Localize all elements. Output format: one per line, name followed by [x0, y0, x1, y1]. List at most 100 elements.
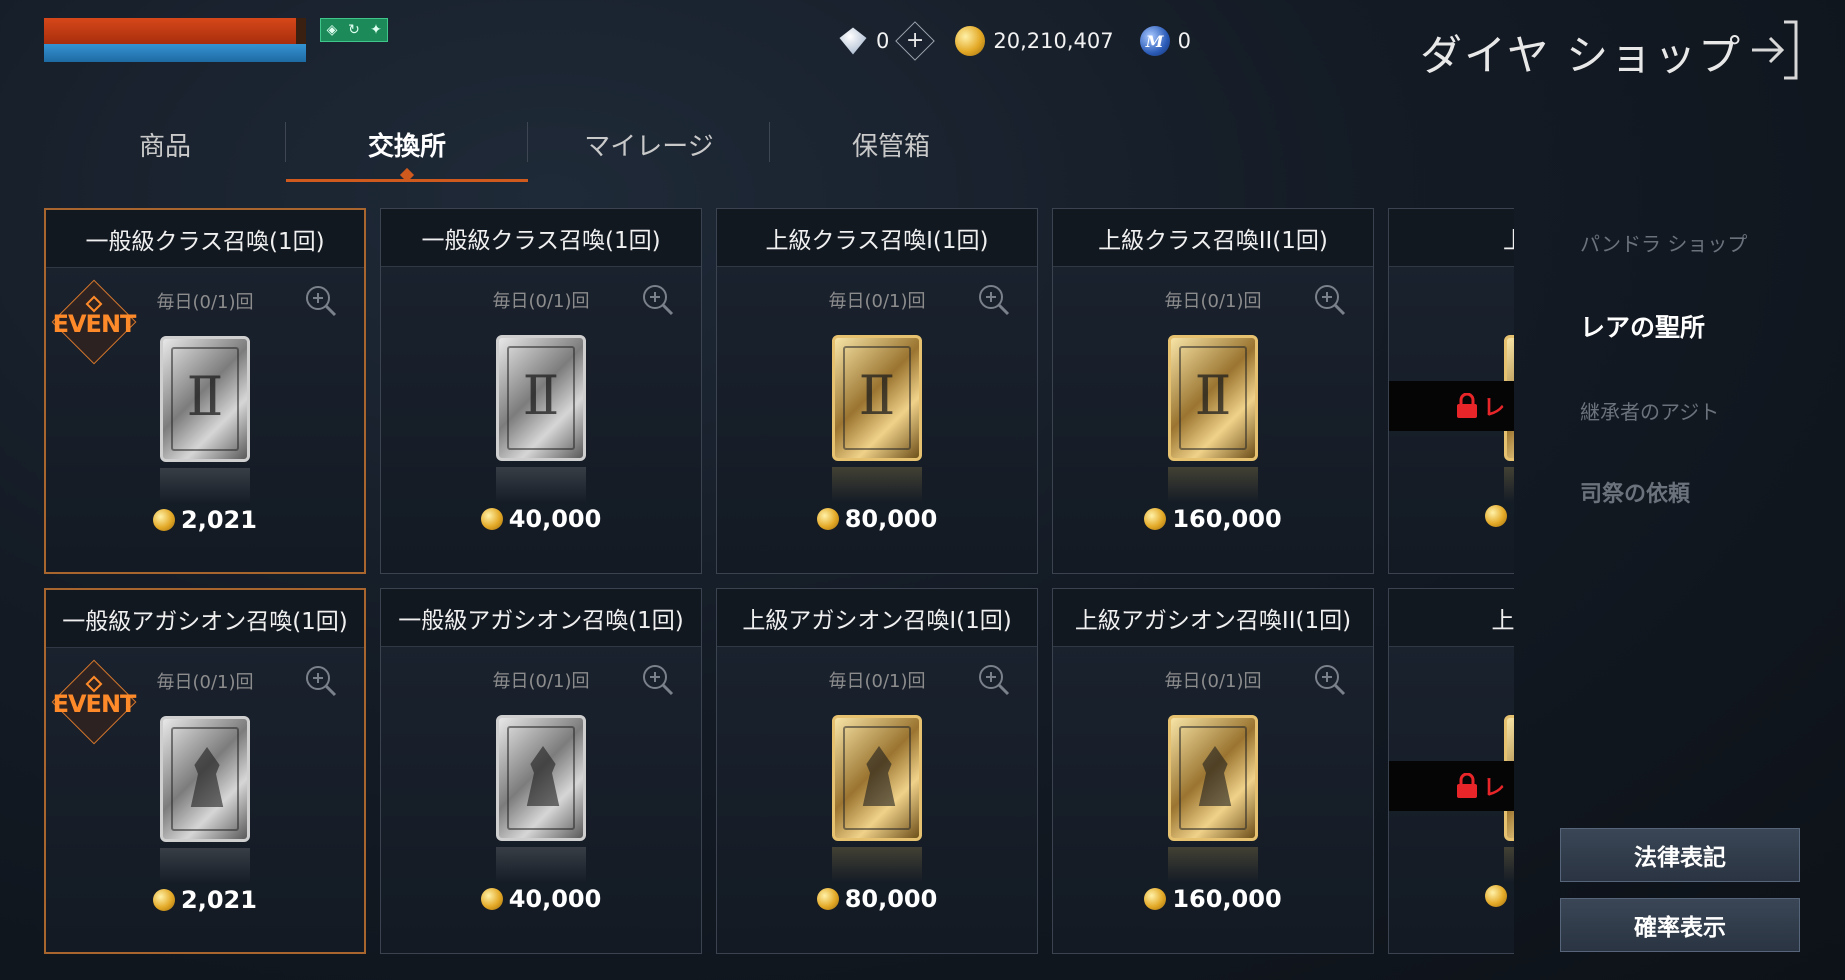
gold-coin-icon [1144, 508, 1167, 530]
card-reflection [160, 848, 250, 884]
item-title: 上級アガシ [1389, 589, 1514, 647]
buff-icons[interactable]: ◈ ↻ ✦ [320, 18, 388, 42]
side-item-rare-sanctuary[interactable]: レアの聖所 [1580, 308, 1747, 396]
card-reflection [832, 847, 922, 883]
class-rune-icon: Ⅱ [858, 364, 896, 427]
currency-row: 0 + 20,210,407 M 0 [838, 21, 1217, 61]
price-value: 160,000 [1172, 885, 1282, 913]
tab-storage[interactable]: 保管箱 [770, 112, 1012, 182]
item-price: 160,000 [1053, 885, 1373, 913]
tab-exchange[interactable]: 交換所 [286, 112, 528, 183]
page-title: ダイヤ ショップ [1420, 31, 1743, 80]
swirl-buff-icon: ↻ [348, 22, 360, 38]
tab-products[interactable]: 商品 [44, 112, 286, 182]
price-value: 80,000 [844, 885, 938, 913]
item-price: 80,000 [717, 505, 1037, 533]
exchange-item-card[interactable]: 一般級アガシオン召喚(1回) 毎日(0/1)回 40,000 [380, 588, 702, 954]
lock-icon [1457, 393, 1477, 418]
side-item-label: レアの聖所 [1580, 313, 1706, 342]
zoom-in-icon[interactable] [1313, 283, 1347, 317]
agathion-summon-card-icon [832, 715, 922, 841]
item-price: 2,021 [46, 506, 364, 534]
card-reflection [1504, 847, 1514, 883]
add-diamond-button[interactable]: + [895, 21, 936, 61]
gold-coin-icon [480, 508, 503, 530]
exchange-item-card[interactable]: 上級アガシレ [1388, 588, 1514, 954]
hp-bar [44, 18, 306, 44]
card-reflection [1168, 467, 1258, 503]
tab-divider [769, 122, 770, 162]
mileage-amount: 0 [1177, 29, 1191, 53]
mileage-currency: M 0 [1139, 26, 1191, 56]
price-value: 80,000 [844, 505, 938, 533]
gold-coin-icon [816, 888, 839, 910]
gold-currency: 20,210,407 [955, 26, 1114, 56]
lock-icon [1457, 773, 1477, 798]
exchange-item-card[interactable]: 一般級クラス召喚(1回) 毎日(0/1)回 EVENT Ⅱ 2,021 [44, 208, 366, 574]
class-rune-icon: Ⅱ [186, 365, 224, 428]
zoom-in-icon[interactable] [304, 664, 338, 698]
class-summon-card-icon: Ⅱ [1168, 335, 1258, 461]
item-price: 40,000 [381, 505, 701, 533]
tab-label: マイレージ [584, 132, 714, 162]
gold-coin-icon [955, 26, 986, 56]
exchange-item-card[interactable]: 上級アガシオン召喚II(1回) 毎日(0/1)回 160,000 [1052, 588, 1374, 954]
class-rune-icon: Ⅱ [522, 364, 560, 427]
class-summon-card-icon: Ⅱ [496, 335, 586, 461]
shield-buff-icon: ◈ [326, 22, 338, 38]
zoom-in-icon[interactable] [977, 663, 1011, 697]
gold-coin-icon [1485, 885, 1507, 907]
tab-divider [285, 122, 286, 162]
zoom-in-icon[interactable] [304, 284, 338, 318]
item-price [1389, 885, 1514, 907]
diamond-amount: 0 [876, 29, 890, 53]
side-item-label: 継承者のアジト [1580, 400, 1720, 424]
agathion-summon-card-icon [160, 716, 250, 842]
exchange-item-card[interactable]: 一般級クラス召喚(1回) 毎日(0/1)回 Ⅱ 40,000 [380, 208, 702, 574]
zoom-in-icon[interactable] [1313, 663, 1347, 697]
item-title: 上級クラス召喚II(1回) [1053, 209, 1373, 267]
card-reflection [832, 467, 922, 503]
shop-tabs: 商品 交換所 マイレージ 保管箱 [44, 112, 1012, 183]
gold-coin-icon [1144, 888, 1167, 910]
mp-bar-fill [44, 44, 306, 62]
locked-banner: レ [1389, 761, 1514, 811]
price-value: 40,000 [508, 885, 602, 913]
price-value: 2,021 [181, 886, 257, 914]
gold-coin-icon [1485, 505, 1507, 527]
exchange-item-card[interactable]: 上級アガシオン召喚I(1回) 毎日(0/1)回 80,000 [716, 588, 1038, 954]
locked-banner: レ [1389, 381, 1514, 431]
card-reflection [496, 847, 586, 883]
item-title: 上級アガシオン召喚I(1回) [717, 589, 1037, 647]
exchange-item-card[interactable]: 上級クラⅡレ [1388, 208, 1514, 574]
event-label: EVENT [52, 690, 137, 718]
tab-mileage[interactable]: マイレージ [528, 112, 770, 182]
zoom-in-icon[interactable] [641, 663, 675, 697]
exchange-item-card[interactable]: 上級クラス召喚II(1回) 毎日(0/1)回 Ⅱ 160,000 [1052, 208, 1374, 574]
zoom-in-icon[interactable] [977, 283, 1011, 317]
side-item-heir-hideout[interactable]: 継承者のアジト [1580, 396, 1747, 476]
probability-button[interactable]: 確率表示 [1560, 898, 1800, 952]
side-item-priest-request[interactable]: 司祭の依頼 [1580, 476, 1747, 564]
side-item-label: パンドラ ショップ [1580, 232, 1748, 256]
sparkle-buff-icon: ✦ [370, 22, 382, 38]
item-price [1389, 505, 1514, 527]
zoom-in-icon[interactable] [641, 283, 675, 317]
gold-coin-icon [816, 508, 839, 530]
gold-coin-icon [480, 888, 503, 910]
exit-arrow-icon[interactable] [1748, 20, 1800, 80]
locked-label: レ [1483, 396, 1506, 421]
diamond-currency: 0 + [838, 21, 936, 61]
item-title: 一般級クラス召喚(1回) [46, 210, 364, 268]
item-title: 上級アガシオン召喚II(1回) [1053, 589, 1373, 647]
item-title: 一般級クラス召喚(1回) [381, 209, 701, 267]
exchange-item-card[interactable]: 一般級アガシオン召喚(1回) 毎日(0/1)回 EVENT 2,021 [44, 588, 366, 954]
legal-notice-button[interactable]: 法律表記 [1560, 828, 1800, 882]
item-price: 80,000 [717, 885, 1037, 913]
gold-coin-icon [153, 889, 176, 911]
item-grid: 一般級クラス召喚(1回) 毎日(0/1)回 EVENT Ⅱ 2,021 一般級クラス召喚(… [44, 208, 1514, 958]
class-summon-card-icon: Ⅱ [832, 335, 922, 461]
side-item-pandora-shop[interactable]: パンドラ ショップ [1580, 228, 1747, 308]
item-title: 一般級アガシオン召喚(1回) [381, 589, 701, 647]
exchange-item-card[interactable]: 上級クラス召喚I(1回) 毎日(0/1)回 Ⅱ 80,000 [716, 208, 1038, 574]
